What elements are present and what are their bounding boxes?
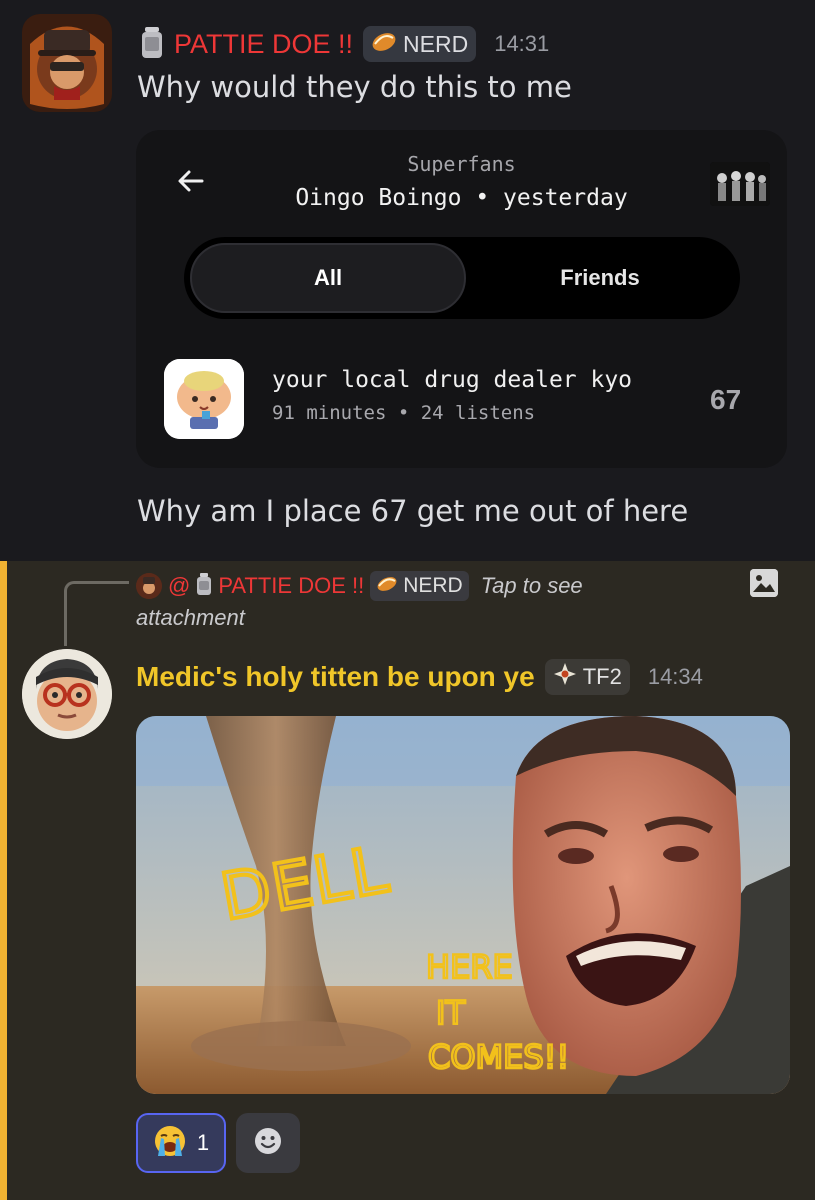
tap-to-see-link-cont[interactable]: attachment [136, 605, 245, 631]
username[interactable]: Medic's holy titten be upon ye [136, 661, 535, 693]
milk-jug-icon [140, 25, 164, 63]
timestamp: 14:34 [647, 664, 703, 689]
image-icon [750, 569, 778, 597]
message-text: Why would they do this to me [137, 70, 572, 104]
embed-title: Oingo Boingo • yesterday [295, 185, 628, 211]
reply-avatar [136, 573, 162, 599]
role-badge[interactable]: TF2 [544, 659, 630, 695]
reaction-crying[interactable]: 1 [136, 1113, 226, 1173]
meme-text-line1: HERE [426, 948, 513, 986]
tap-to-see-link[interactable]: Tap to see [481, 573, 583, 599]
milk-jug-icon [196, 572, 212, 601]
smiley-icon [252, 1125, 284, 1161]
loudly-crying-emoji-icon [153, 1124, 187, 1162]
pastry-badge-icon [371, 30, 397, 58]
message-text: Why am I place 67 get me out of here [137, 494, 689, 528]
user-avatar[interactable] [22, 649, 112, 739]
message-header: Medic's holy titten be upon ye TF2 14:34 [136, 657, 703, 697]
role-badge-label: TF2 [582, 664, 622, 689]
role-badge[interactable]: NERD [363, 26, 477, 62]
pastry-badge-icon [376, 574, 398, 598]
meme-text-line3: COMES!! [428, 1038, 569, 1076]
embed-subtitle: Superfans [407, 152, 516, 176]
reply-connector [64, 581, 129, 646]
tab-friends[interactable]: Friends [466, 243, 734, 313]
mention-symbol: @ [168, 573, 191, 598]
role-badge-label: NERD [403, 574, 463, 597]
reaction-count: 1 [196, 1130, 210, 1155]
reply-username[interactable]: PATTIE DOE !! [218, 573, 364, 599]
user-entry-avatar[interactable] [164, 359, 244, 439]
entry-meta: 91 minutes • 24 listens [272, 402, 536, 424]
message-header: PATTIE DOE !! NERD 14:31 [140, 22, 549, 66]
superfans-embed[interactable]: Superfans Oingo Boingo • yesterday All F… [136, 130, 787, 468]
add-reaction-button[interactable] [236, 1113, 300, 1173]
user-avatar[interactable] [22, 14, 112, 112]
entry-rank: 67 [710, 384, 742, 415]
entry-username[interactable]: your local drug dealer kyo [272, 367, 632, 393]
attached-image[interactable]: DELL HERE IT COMES!! [136, 716, 790, 1094]
reply-preview[interactable]: @ PATTIE DOE !! NERD Tap to see [136, 569, 583, 603]
timestamp: 14:31 [494, 31, 550, 56]
username[interactable]: PATTIE DOE !! [174, 29, 353, 60]
role-badge: NERD [370, 571, 469, 601]
meme-text-line2: IT [436, 994, 465, 1032]
artist-thumbnail[interactable] [710, 162, 770, 206]
mention-bar [0, 561, 7, 1200]
filter-toggle: All Friends [184, 237, 740, 319]
tab-all[interactable]: All [190, 243, 466, 313]
role-badge-label: NERD [403, 30, 469, 57]
mention-highlight: @ PATTIE DOE !! NERD Tap to see attachme… [0, 561, 815, 1200]
tf2-badge-icon [553, 662, 577, 692]
